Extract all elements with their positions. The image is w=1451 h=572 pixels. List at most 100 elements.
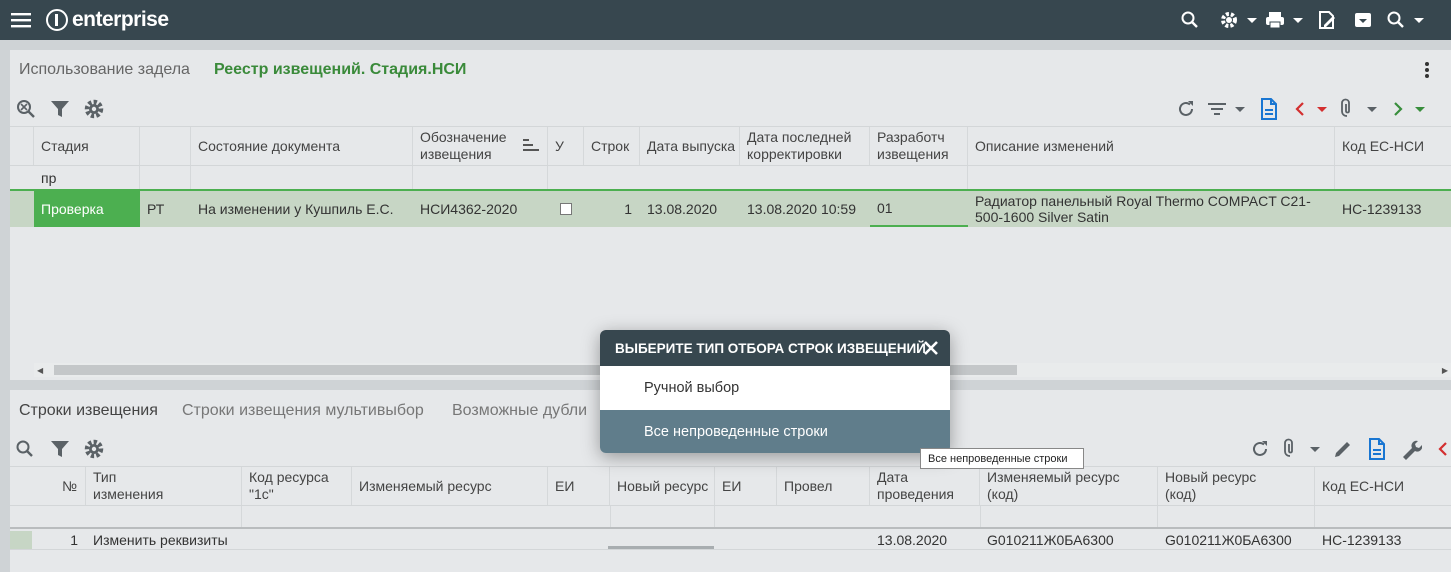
state-filter-input[interactable] [191, 166, 413, 189]
description-cell[interactable]: Радиатор панельный Royal Thermo COMPACT … [968, 191, 1328, 227]
col-new-resource-code[interactable]: Новый ресурс (код) [1158, 467, 1315, 505]
number-cell[interactable]: 1 [34, 531, 86, 549]
stage-filter-input[interactable]: пр [34, 166, 140, 189]
refresh-icon[interactable] [1175, 98, 1197, 120]
lower-settings-icon[interactable] [82, 437, 106, 461]
settings-icon[interactable] [82, 97, 106, 121]
lower-nsi-code-cell[interactable]: НС-1239133 [1315, 531, 1451, 549]
new-code-filter-input[interactable] [1158, 506, 1315, 527]
col-unit[interactable]: ЕИ [548, 467, 610, 505]
close-icon[interactable] [921, 338, 941, 358]
next-menu-icon[interactable] [1388, 98, 1428, 120]
lower-refresh-icon[interactable] [1249, 438, 1271, 460]
u-checkbox[interactable] [548, 191, 584, 227]
top-bar: enterprise [0, 0, 1451, 40]
resource-code-filter-input[interactable] [980, 506, 1158, 527]
col-resource-code-label: Код ресурса "1с" [249, 469, 329, 502]
edit-doc-icon[interactable] [1316, 9, 1338, 31]
developer-cell[interactable]: 01 [870, 191, 968, 227]
tab-notice-rows-multiselect[interactable]: Строки извещения мультивыбор [182, 402, 424, 420]
dialog-header: ВЫБЕРИТЕ ТИП ОТБОРА СТРОК ИЗВЕЩЕНИЙ [600, 330, 950, 366]
col-new-resource[interactable]: Новый ресурс [610, 467, 715, 505]
lower-previous-icon[interactable] [1434, 438, 1451, 460]
previous-menu-icon[interactable] [1292, 98, 1328, 120]
col-u[interactable]: У [548, 127, 584, 165]
nsi-code-cell[interactable]: НС-1239133 [1335, 191, 1451, 227]
gear-icon[interactable] [1218, 9, 1258, 31]
description-filter-input[interactable] [968, 166, 1335, 189]
code-cell[interactable]: РТ [140, 191, 191, 227]
attachment-menu-icon[interactable] [1338, 97, 1378, 121]
filter-icon[interactable] [49, 98, 71, 120]
change-type-cell[interactable]: Изменить реквизиты [86, 531, 256, 549]
developer-filter-input[interactable] [870, 166, 968, 189]
new-resource-progress [608, 546, 714, 549]
archive-icon[interactable] [1352, 9, 1374, 31]
col-developer[interactable]: Разработч извещения [870, 127, 968, 165]
checkbox-icon [560, 203, 572, 215]
col-issue-date[interactable]: Дата выпуска [640, 127, 740, 165]
logo-text: enterprise [72, 8, 169, 31]
col-number[interactable]: № [34, 467, 86, 505]
print-icon[interactable] [1264, 9, 1304, 31]
new-resource-filter-input[interactable] [610, 506, 715, 527]
code-filter-input[interactable] [140, 166, 191, 189]
col-notice-number[interactable]: Обозначение извещения [413, 127, 548, 165]
col-code[interactable] [140, 127, 191, 165]
col-lower-nsi-code[interactable]: Код ЕС-НСИ [1315, 467, 1451, 505]
col-description[interactable]: Описание изменений [968, 127, 1335, 165]
col-posting-date-label: Дата проведения [877, 469, 954, 502]
lower-attachment-menu-icon[interactable] [1281, 437, 1321, 461]
table-row[interactable]: 1 Изменить реквизиты 13.08.2020 G010211Ж… [10, 531, 1451, 550]
filter-row: пр [10, 166, 1451, 189]
page-subtitle[interactable]: Реестр извещений. Стадия.НСИ [214, 61, 466, 79]
col-notice-number-label: Обозначение извещения [420, 129, 507, 162]
tab-possible-duplicates[interactable]: Возможные дубли [452, 402, 587, 420]
option-all-unposted-rows[interactable]: Все непроведенные строки [600, 410, 950, 453]
col-changed-resource-code[interactable]: Изменяемый ресурс (код) [980, 467, 1158, 505]
changed-resource-code-cell[interactable]: G010211Ж0БА6300 [980, 531, 1158, 549]
menu-icon[interactable] [10, 9, 32, 31]
app-logo[interactable]: enterprise [46, 8, 169, 32]
stage-cell[interactable]: Проверка [34, 191, 140, 227]
more-vert-icon[interactable] [1417, 60, 1437, 80]
scroll-left-icon[interactable]: ◀ [37, 366, 43, 375]
page-title[interactable]: Использование задела [19, 61, 190, 79]
notice-number-cell[interactable]: НСИ4362-2020 [413, 191, 548, 227]
new-resource-code-cell[interactable]: G010211Ж0БА6300 [1158, 531, 1315, 549]
col-resource-code[interactable]: Код ресурса "1с" [242, 467, 352, 505]
col-last-edit[interactable]: Дата последней корректировки [740, 127, 870, 165]
table-row[interactable]: Проверка РТ На изменении у Кушпиль Е.С. … [10, 189, 1451, 227]
posting-date-cell[interactable]: 13.08.2020 [870, 531, 980, 549]
clear-filter-icon[interactable] [14, 98, 38, 120]
lower-edit-icon[interactable] [1332, 438, 1354, 460]
col-changed-resource[interactable]: Изменяемый ресурс [352, 467, 548, 505]
col-stage[interactable]: Стадия [34, 127, 140, 165]
number-filter-input[interactable] [413, 166, 548, 189]
col-doc-state[interactable]: Состояние документа [191, 127, 413, 165]
lower-document-icon[interactable] [1366, 437, 1388, 461]
col-rows[interactable]: Строк [584, 127, 640, 165]
lower-search-icon[interactable] [14, 438, 36, 460]
scroll-right-icon[interactable]: ▶ [1442, 366, 1448, 375]
rows-count-cell[interactable]: 1 [584, 191, 640, 227]
last-edit-cell[interactable]: 13.08.2020 10:59 [740, 191, 870, 227]
lower-filter-icon[interactable] [49, 438, 71, 460]
doc-state-cell[interactable]: На изменении у Кушпиль Е.С. [191, 191, 413, 227]
search-menu-icon[interactable] [1385, 9, 1425, 31]
tab-notice-rows[interactable]: Строки извещения [19, 402, 158, 420]
document-icon[interactable] [1258, 97, 1280, 121]
search-icon[interactable] [1179, 9, 1201, 31]
upper-grid-header: Стадия Состояние документа Обозначение и… [10, 126, 1451, 166]
col-change-type[interactable]: Тип изменения [86, 467, 242, 505]
col-new-unit[interactable]: ЕИ [715, 467, 777, 505]
sort-icon[interactable] [523, 138, 539, 155]
sort-menu-icon[interactable] [1206, 98, 1246, 120]
option-manual-selection[interactable]: Ручной выбор [600, 366, 950, 410]
col-posting-date[interactable]: Дата проведения [870, 467, 980, 505]
col-posted-by[interactable]: Провел [777, 467, 870, 505]
change-type-filter-input[interactable] [86, 506, 242, 527]
col-nsi-code[interactable]: Код ЕС-НСИ [1335, 127, 1451, 165]
lower-wrench-icon[interactable] [1399, 437, 1423, 461]
issue-date-cell[interactable]: 13.08.2020 [640, 191, 740, 227]
